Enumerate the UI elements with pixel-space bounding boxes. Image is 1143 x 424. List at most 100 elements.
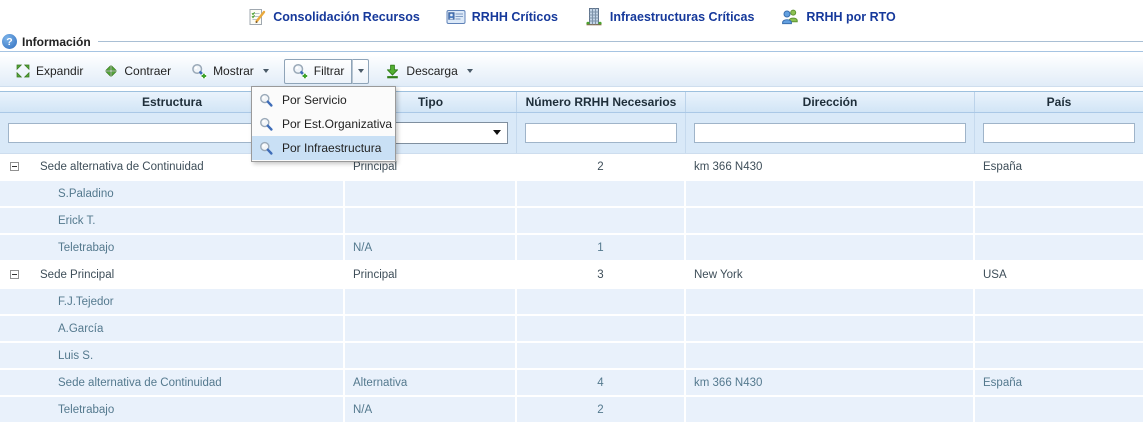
numero-rrhh-filter-input[interactable] (525, 123, 677, 143)
show-button[interactable]: Mostrar (184, 59, 276, 84)
menu-item-label: Por Servicio (282, 93, 347, 107)
filter-label: Filtrar (314, 64, 345, 78)
content-area: Expandir Contraer Mostrar (0, 51, 1143, 424)
nav-rrhh-criticos[interactable]: RRHH Críticos (446, 7, 558, 27)
nav-rrhh-por-rto[interactable]: RRHH por RTO (780, 7, 895, 27)
nav-label: RRHH por RTO (806, 10, 895, 24)
cell-estructura: Sede alternativa de Continuidad (0, 370, 345, 395)
cell-estructura: Erick T. (0, 208, 345, 233)
cell-pais (975, 181, 1143, 206)
filter-button[interactable]: Filtrar (284, 59, 353, 84)
nav-label: RRHH Críticos (472, 10, 558, 24)
menu-item-por-servicio[interactable]: Por Servicio (252, 88, 395, 112)
collapse-arrows-icon (103, 63, 119, 79)
cell-tipo: N/A (345, 397, 517, 422)
table-row[interactable]: F.J.Tejedor (0, 289, 1143, 316)
download-label: Descarga (406, 64, 457, 78)
menu-item-label: Por Infraestructura (282, 141, 381, 155)
column-header-numero-rrhh[interactable]: Número RRHH Necesarios (517, 92, 686, 112)
toolbar: Expandir Contraer Mostrar (0, 56, 1143, 87)
cell-estructura: Teletrabajo (0, 235, 345, 260)
magnifier-plus-icon (292, 63, 309, 80)
filter-menu: Por Servicio Por Est.Organizativa Por In… (251, 86, 396, 162)
cell-pais (975, 316, 1143, 341)
column-header-pais[interactable]: País (975, 92, 1143, 112)
people-icon (780, 7, 800, 27)
cell-estructura: F.J.Tejedor (0, 289, 345, 314)
menu-item-por-infraestructura[interactable]: Por Infraestructura (252, 136, 395, 160)
pais-filter-input[interactable] (983, 123, 1135, 143)
cell-tipo (345, 208, 517, 233)
cell-pais: España (975, 154, 1143, 179)
show-label: Mostrar (213, 64, 254, 78)
cell-estructura: Sede Principal (0, 262, 345, 287)
table-row[interactable]: Luis S. (0, 343, 1143, 370)
cell-direccion (686, 235, 975, 260)
cell-numero: 2 (517, 397, 686, 422)
cell-tipo (345, 289, 517, 314)
info-section-header: ? Información (0, 32, 1143, 51)
cell-direccion (686, 289, 975, 314)
nav-infraestructuras-criticas[interactable]: Infraestructuras Críticas (584, 7, 755, 27)
chevron-down-icon (467, 69, 473, 73)
collapse-node-icon[interactable] (10, 162, 19, 171)
cell-tipo (345, 343, 517, 368)
cell-direccion: New York (686, 262, 975, 287)
cell-pais (975, 397, 1143, 422)
cell-numero (517, 181, 686, 206)
cell-pais: USA (975, 262, 1143, 287)
table-row[interactable]: Sede alternativa de Continuidad Principa… (0, 154, 1143, 181)
table-row[interactable]: Erick T. (0, 208, 1143, 235)
direccion-filter-input[interactable] (694, 123, 966, 143)
cell-direccion (686, 343, 975, 368)
cell-pais (975, 289, 1143, 314)
table-row[interactable]: Teletrabajo N/A 1 (0, 235, 1143, 262)
cell-pais (975, 235, 1143, 260)
cell-direccion (686, 181, 975, 206)
building-icon (584, 7, 604, 27)
filter-cell (686, 113, 975, 153)
cell-numero (517, 289, 686, 314)
section-title: Información (22, 35, 91, 49)
nav-label: Infraestructuras Críticas (610, 10, 755, 24)
download-icon (384, 63, 401, 80)
cell-estructura: Luis S. (0, 343, 345, 368)
cell-numero (517, 343, 686, 368)
cell-tipo: Alternativa (345, 370, 517, 395)
cell-numero: 2 (517, 154, 686, 179)
id-card-icon (446, 7, 466, 27)
cell-numero: 4 (517, 370, 686, 395)
filter-row (0, 113, 1143, 154)
table-row[interactable]: Sede alternativa de Continuidad Alternat… (0, 370, 1143, 397)
cell-tipo: Principal (345, 262, 517, 287)
collapse-label: Contraer (124, 64, 171, 78)
collapse-node-icon[interactable] (10, 270, 19, 279)
nav-consolidacion-recursos[interactable]: Consolidación Recursos (247, 7, 420, 27)
cell-pais (975, 343, 1143, 368)
column-header-direccion[interactable]: Dirección (686, 92, 975, 112)
table-header-row: Estructura Tipo Número RRHH Necesarios D… (0, 91, 1143, 113)
help-icon[interactable]: ? (2, 34, 17, 49)
table-row[interactable]: Teletrabajo N/A 2 (0, 397, 1143, 424)
cell-tipo (345, 181, 517, 206)
magnifier-icon (259, 141, 274, 156)
expand-button[interactable]: Expandir (8, 59, 90, 83)
menu-item-por-est-organizativa[interactable]: Por Est.Organizativa (252, 112, 395, 136)
menu-item-label: Por Est.Organizativa (282, 117, 392, 131)
cell-estructura: S.Paladino (0, 181, 345, 206)
cell-numero: 3 (517, 262, 686, 287)
table-row[interactable]: Sede Principal Principal 3 New York USA (0, 262, 1143, 289)
magnifier-plus-icon (191, 63, 208, 80)
filter-split-button: Filtrar (284, 59, 370, 84)
chevron-down-icon (358, 69, 364, 73)
legend-divider (98, 41, 1143, 42)
table-row[interactable]: A.García (0, 316, 1143, 343)
download-button[interactable]: Descarga (377, 59, 479, 84)
filter-cell (517, 113, 686, 153)
filter-caret-button[interactable] (352, 59, 369, 84)
select-caret-icon (493, 130, 501, 135)
collapse-button[interactable]: Contraer (96, 59, 178, 83)
cell-tipo (345, 316, 517, 341)
table-row[interactable]: S.Paladino (0, 181, 1143, 208)
cell-estructura: Teletrabajo (0, 397, 345, 422)
